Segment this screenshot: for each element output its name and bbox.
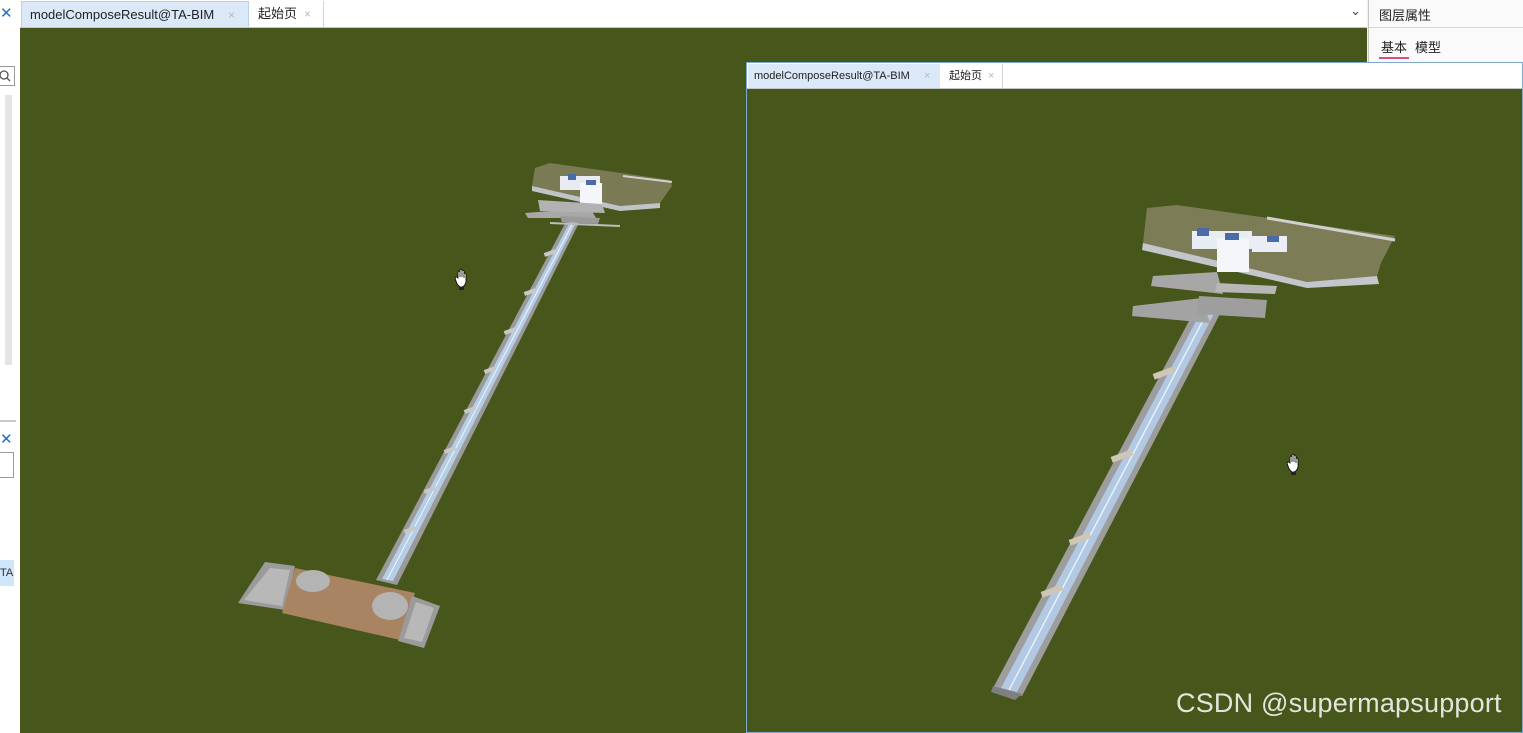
- scene-render: [991, 205, 1396, 700]
- tab-label: modelComposeResult@TA-BIM: [30, 7, 215, 22]
- scrollbar[interactable]: [5, 95, 12, 365]
- chevron-down-icon[interactable]: ⌄: [1350, 3, 1361, 19]
- tab-model[interactable]: 模型: [1415, 37, 1441, 56]
- building-complex: [525, 163, 673, 227]
- floating-tab-bar: modelComposeResult@TA-BIM × 起始页 ×: [747, 63, 1522, 89]
- plaza-model: [238, 562, 440, 648]
- close-icon[interactable]: ✕: [0, 430, 13, 448]
- scene-viewport-floating[interactable]: [747, 88, 1522, 732]
- search-input[interactable]: [0, 452, 14, 478]
- list-item-selected[interactable]: TA: [0, 560, 14, 586]
- tab-basic[interactable]: 基本: [1381, 37, 1407, 56]
- tab-start-page[interactable]: 起始页 ×: [941, 64, 1003, 88]
- active-tab-indicator: [1379, 57, 1409, 59]
- left-panel: ✕ ✕ TA: [0, 0, 21, 733]
- panel-divider: [1369, 27, 1523, 28]
- close-icon[interactable]: ×: [988, 64, 994, 88]
- floating-scene-window[interactable]: modelComposeResult@TA-BIM × 起始页 ×: [746, 62, 1523, 733]
- hand-cursor-icon: [1286, 453, 1299, 475]
- close-icon[interactable]: ×: [924, 64, 930, 88]
- channel-model: [991, 306, 1222, 700]
- search-icon[interactable]: [0, 66, 15, 86]
- tab-start-page[interactable]: 起始页 ×: [250, 1, 324, 27]
- tab-label: modelComposeResult@TA-BIM: [754, 70, 910, 82]
- tab-model-compose-result[interactable]: modelComposeResult@TA-BIM ×: [21, 1, 249, 27]
- close-icon[interactable]: ✕: [0, 4, 13, 22]
- close-icon[interactable]: ×: [304, 1, 311, 27]
- tab-label: 起始页: [949, 70, 982, 82]
- channel-model: [376, 218, 580, 585]
- hand-cursor-icon: [454, 268, 467, 290]
- tab-model-compose-result[interactable]: modelComposeResult@TA-BIM ×: [748, 64, 940, 88]
- panel-divider: [0, 420, 16, 422]
- tab-label: 起始页: [258, 6, 298, 21]
- building-complex: [1132, 205, 1396, 323]
- close-icon[interactable]: ×: [228, 2, 235, 28]
- watermark: CSDN @supermapsupport: [1176, 688, 1502, 718]
- document-tab-bar: modelComposeResult@TA-BIM × 起始页 × ⌄: [20, 0, 1367, 28]
- panel-title: 图层属性: [1379, 8, 1432, 23]
